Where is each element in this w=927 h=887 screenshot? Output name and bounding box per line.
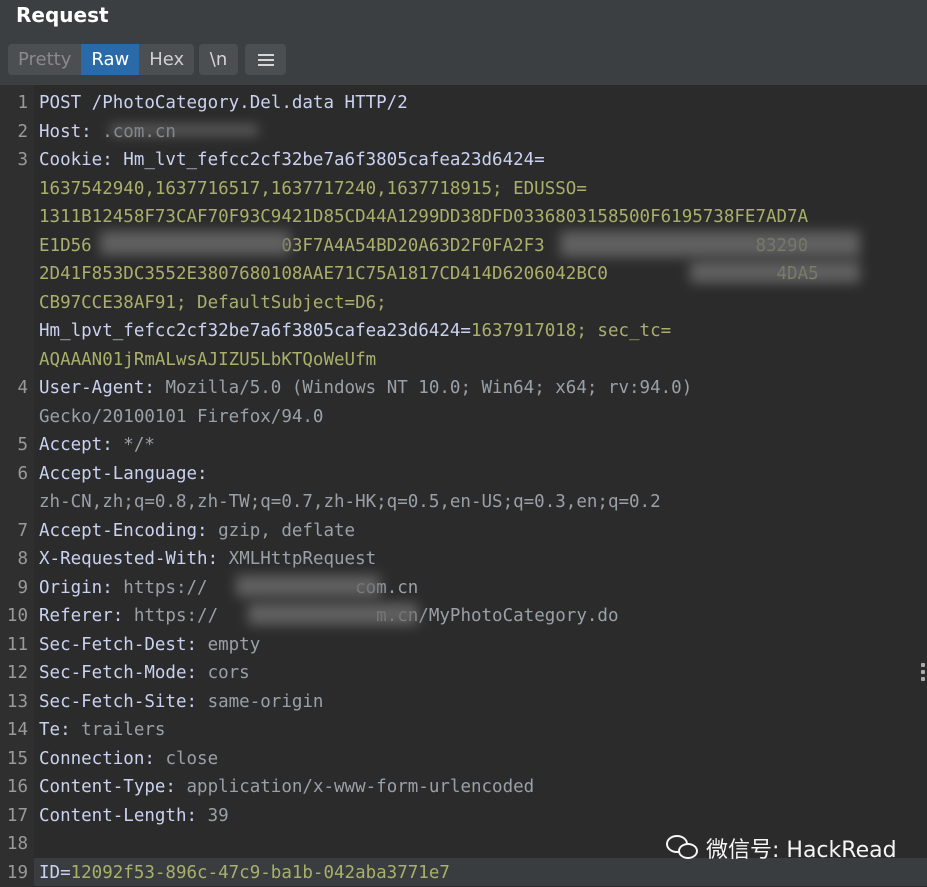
header-value: CB97CCE38AF91; DefaultSubject=D6; — [39, 292, 387, 313]
redaction-blur — [110, 125, 258, 135]
redaction-blur — [100, 231, 290, 255]
watermark-text: 微信号: HackRead — [706, 838, 897, 863]
line-number: 9 — [17, 577, 28, 598]
line-number: 8 — [17, 549, 28, 569]
line-number: 4 — [17, 378, 28, 398]
header-name: Connection: — [39, 748, 166, 769]
line-number: 11 — [6, 634, 28, 655]
line-number: 19 — [6, 862, 28, 883]
line-number: 13 — [6, 691, 28, 712]
header-value: XMLHttpRequest — [228, 549, 377, 569]
hamburger-menu-icon[interactable] — [245, 44, 286, 75]
header-value: application/x-www-form-urlencoded — [186, 777, 535, 797]
header-name: Content-Type: — [39, 777, 187, 797]
line-text: Hm_lpvt_fefcc2cf32be7a6f3805cafea23d6424… — [39, 317, 671, 345]
line-number: 17 — [6, 805, 28, 826]
redaction-blur — [560, 231, 860, 257]
redaction-blur — [236, 575, 380, 597]
header-value: trailers — [81, 720, 166, 740]
raw-request-editor[interactable]: 1 POST /PhotoCategory.Del.data HTTP/2 2 Hos… — [0, 84, 927, 887]
header-name: User-Agent: — [39, 378, 166, 398]
header-value: 1637917018; sec_tc= — [470, 321, 672, 341]
header-name: Hm_lpvt_fefcc2cf32be7a6f3805cafea23d6424… — [39, 321, 471, 341]
line-number: 2 — [17, 121, 28, 142]
request-panel-header: Request — [0, 0, 927, 34]
header-name: Sec-Fetch-Dest: — [39, 634, 208, 655]
line-text: zh-CN,zh;q=0.8,zh-TW;q=0.7,zh-HK;q=0.5,e… — [39, 488, 661, 516]
redaction-blur — [248, 603, 418, 625]
line-text: Cookie: Hm_lvt_fefcc2cf32be7a6f3805cafea… — [39, 146, 545, 174]
line-text: Content-Length: 39 — [39, 802, 229, 830]
line-text: Te: trailers — [39, 716, 165, 744]
header-value: Gecko/20100101 Firefox/94.0 — [39, 406, 324, 427]
header-name: Content-Length: — [39, 805, 208, 826]
header-value: 12092f53-896c-47c9-ba1b-042aba3771e7 — [70, 862, 450, 883]
redaction-blur — [690, 261, 860, 283]
view-mode-tabs: Pretty Raw Hex — [8, 44, 195, 75]
tab-hex[interactable]: Hex — [139, 44, 194, 75]
line-text: Sec-Fetch-Dest: empty — [39, 631, 260, 659]
line-text: Gecko/20100101 Firefox/94.0 — [39, 403, 323, 431]
header-name: Accept-Encoding: — [39, 520, 219, 541]
tab-raw[interactable]: Raw — [81, 44, 140, 75]
header-value: same-origin — [207, 691, 324, 712]
header-value: 39 — [207, 805, 229, 826]
wechat-icon — [666, 835, 700, 861]
editor-toolbar: Pretty Raw Hex \n — [0, 34, 927, 84]
line-text: Accept-Encoding: gzip, deflate — [39, 517, 355, 545]
header-name: Te: — [39, 720, 82, 740]
header-name: POST /PhotoCategory.Del.data HTTP/2 — [39, 93, 408, 113]
header-name: Cookie: Hm_lvt_fefcc2cf32be7a6f3805cafea… — [39, 150, 545, 170]
line-number: 12 — [6, 663, 28, 683]
line-number: 10 — [6, 606, 28, 626]
line-text: Accept-Language: — [39, 460, 208, 488]
line-text: Sec-Fetch-Mode: cors — [39, 659, 250, 687]
header-value: cors — [207, 663, 250, 683]
line-number: 5 — [17, 435, 28, 455]
header-name: Sec-Fetch-Site: — [39, 691, 208, 712]
header-name: X-Requested-With: — [39, 549, 229, 569]
line-text: AQAAAN01jRmALwsAJIZU5LbKTQoWeUfm — [39, 346, 376, 374]
header-value: */* — [123, 435, 155, 455]
line-number: 7 — [17, 520, 28, 541]
line-text: 1637542940,1637716517,1637717240,1637718… — [39, 175, 587, 203]
line-text: 1311B12458F73CAF70F93C9421D85CD44A1299DD… — [39, 203, 808, 231]
wechat-watermark: 微信号: HackRead — [666, 831, 897, 865]
panel-title: Request — [16, 3, 109, 27]
line-number: 1 — [17, 93, 28, 113]
header-name: Origin: — [39, 577, 124, 598]
header-name: Accept-Language: — [39, 463, 208, 484]
line-text: Connection: close — [39, 745, 218, 773]
header-value: Mozilla/5.0 (Windows NT 10.0; Win64; x64… — [165, 378, 693, 398]
line-text: Sec-Fetch-Site: same-origin — [39, 688, 323, 716]
line-number: 14 — [6, 720, 28, 740]
scrollbar-handle[interactable] — [921, 663, 925, 683]
line-text: POST /PhotoCategory.Del.data HTTP/2 — [39, 89, 408, 117]
line-text: Content-Type: application/x-www-form-url… — [39, 773, 534, 801]
tab-pretty[interactable]: Pretty — [8, 44, 81, 75]
line-number: 3 — [17, 150, 28, 170]
line-number: 18 — [6, 834, 28, 854]
header-value: 1637542940,1637716517,1637717240,1637718… — [39, 178, 587, 199]
header-name: ID= — [39, 862, 71, 883]
line-text: CB97CCE38AF91; DefaultSubject=D6; — [39, 289, 387, 317]
line-text: User-Agent: Mozilla/5.0 (Windows NT 10.0… — [39, 374, 692, 402]
header-value: zh-CN,zh;q=0.8,zh-TW;q=0.7,zh-HK;q=0.5,e… — [39, 492, 661, 512]
line-text: X-Requested-With: XMLHttpRequest — [39, 545, 376, 573]
header-name: Accept: — [39, 435, 124, 455]
line-number: 15 — [6, 748, 28, 769]
line-text: Accept: */* — [39, 431, 155, 459]
show-newlines-button[interactable]: \n — [199, 44, 238, 75]
header-name: Referer: — [39, 606, 134, 626]
line-number: 6 — [17, 463, 28, 484]
header-value: empty — [207, 634, 261, 655]
header-value: AQAAAN01jRmALwsAJIZU5LbKTQoWeUfm — [39, 349, 377, 370]
header-name: Host: — [39, 121, 103, 142]
header-value: gzip, deflate — [218, 520, 356, 541]
header-value: 1311B12458F73CAF70F93C9421D85CD44A1299DD… — [39, 207, 809, 227]
line-number: 16 — [6, 777, 28, 797]
header-name: Sec-Fetch-Mode: — [39, 663, 208, 683]
line-text: ID=12092f53-896c-47c9-ba1b-042aba3771e7 — [39, 859, 450, 887]
header-value: close — [165, 748, 219, 769]
